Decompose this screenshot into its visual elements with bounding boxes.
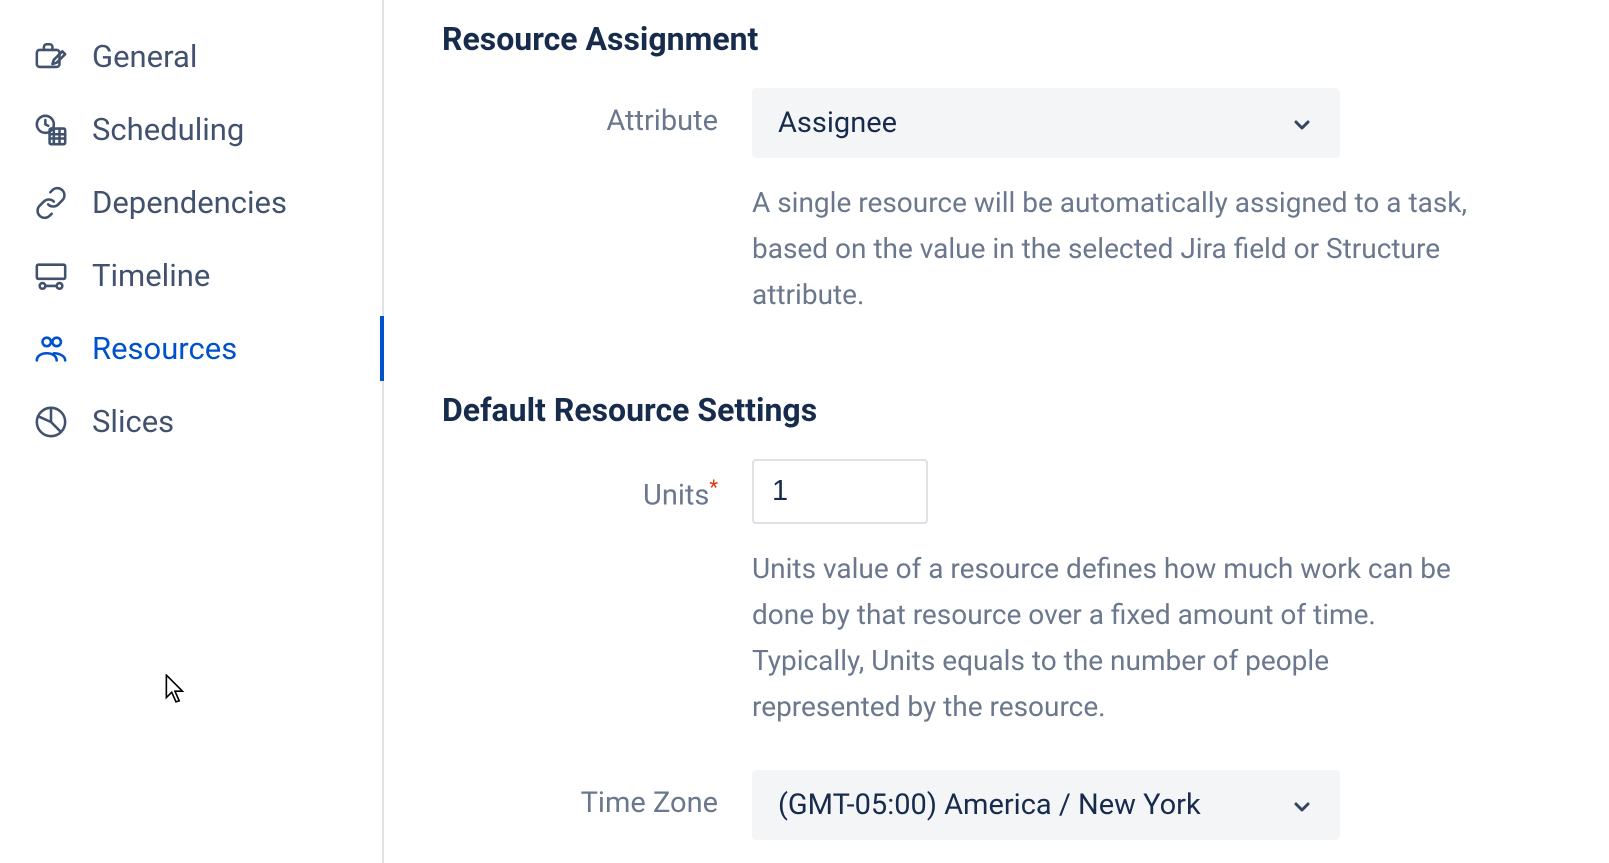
sidebar-item-scheduling[interactable]: Scheduling <box>0 93 382 166</box>
settings-main: Resource Assignment Attribute Assignee A… <box>384 0 1609 863</box>
sidebar-item-label: Resources <box>92 330 237 367</box>
sidebar-item-timeline[interactable]: Timeline <box>0 239 382 312</box>
sidebar-item-label: General <box>92 38 197 75</box>
link-icon <box>34 186 68 220</box>
timezone-value: (GMT-05:00) America / New York <box>778 788 1201 822</box>
sidebar-item-label: Slices <box>92 403 174 440</box>
timezone-select[interactable]: (GMT-05:00) America / New York <box>752 770 1340 840</box>
attribute-help-text: A single resource will be automatically … <box>752 180 1482 319</box>
attribute-row: Attribute Assignee <box>442 88 1589 158</box>
attribute-value: Assignee <box>778 106 897 140</box>
chevron-down-icon <box>1290 111 1314 135</box>
attribute-label: Attribute <box>442 88 752 138</box>
settings-sidebar: General Scheduling <box>0 0 384 863</box>
users-icon <box>34 332 68 366</box>
sidebar-item-resources[interactable]: Resources <box>0 312 382 385</box>
units-help-text: Units value of a resource defines how mu… <box>752 546 1482 731</box>
sidebar-item-label: Dependencies <box>92 184 287 221</box>
section-title-default-resource-settings: Default Resource Settings <box>442 391 1589 429</box>
sidebar-item-label: Scheduling <box>92 111 244 148</box>
sidebar-item-slices[interactable]: Slices <box>0 385 382 458</box>
timezone-label: Time Zone <box>442 770 752 820</box>
units-input[interactable] <box>752 459 928 524</box>
sidebar-item-dependencies[interactable]: Dependencies <box>0 166 382 239</box>
chevron-down-icon <box>1290 793 1314 817</box>
units-label: Units* <box>442 459 752 513</box>
sidebar-item-general[interactable]: General <box>0 20 382 93</box>
section-title-resource-assignment: Resource Assignment <box>442 20 1589 58</box>
units-row: Units* <box>442 459 1589 524</box>
timeline-icon <box>34 259 68 293</box>
timezone-row: Time Zone (GMT-05:00) America / New York <box>442 770 1589 840</box>
briefcase-edit-icon <box>34 40 68 74</box>
attribute-select[interactable]: Assignee <box>752 88 1340 158</box>
clock-calendar-icon <box>34 113 68 147</box>
sidebar-item-label: Timeline <box>92 257 210 294</box>
pie-chart-icon <box>34 405 68 439</box>
